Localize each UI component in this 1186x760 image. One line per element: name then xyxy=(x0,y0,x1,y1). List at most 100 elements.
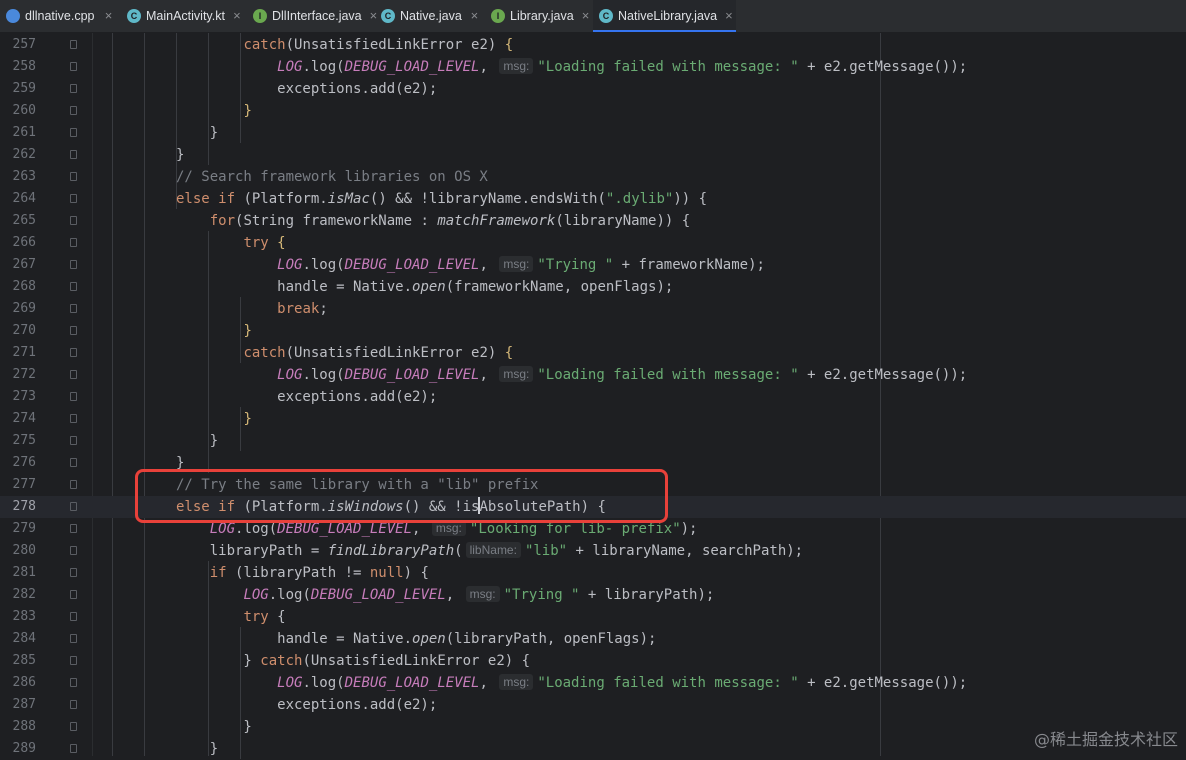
code-line[interactable]: 280 libraryPath = findLibraryPath(libNam… xyxy=(0,540,1186,562)
code-editor[interactable]: 257 catch(UnsatisfiedLinkError e2) {258 … xyxy=(0,33,1186,759)
fold-marker-icon[interactable] xyxy=(70,634,77,643)
code-line[interactable]: 268 handle = Native.open(frameworkName, … xyxy=(0,276,1186,298)
close-icon[interactable]: × xyxy=(725,8,733,23)
fold-marker-icon[interactable] xyxy=(70,678,77,687)
code-line[interactable]: 276} xyxy=(0,452,1186,474)
line-number: 263 xyxy=(12,169,36,184)
fold-marker-icon[interactable] xyxy=(70,348,77,357)
code-line[interactable]: 262} xyxy=(0,144,1186,166)
fold-marker-icon[interactable] xyxy=(70,150,77,159)
fold-marker-icon[interactable] xyxy=(70,128,77,137)
close-icon[interactable]: × xyxy=(233,8,241,23)
code-line[interactable]: 272 LOG.log(DEBUG_LOAD_LEVEL, msg: "Loadi… xyxy=(0,364,1186,386)
fold-marker-icon[interactable] xyxy=(70,194,77,203)
fold-marker-icon[interactable] xyxy=(70,282,77,291)
line-number: 278 xyxy=(12,499,36,514)
line-number: 262 xyxy=(12,147,36,162)
code-line[interactable]: 287 exceptions.add(e2); xyxy=(0,694,1186,716)
fold-marker-icon[interactable] xyxy=(70,414,77,423)
code-line[interactable]: 266 try { xyxy=(0,232,1186,254)
code-line[interactable]: 260 } xyxy=(0,100,1186,122)
fold-marker-icon[interactable] xyxy=(70,436,77,445)
code-line[interactable]: 279 LOG.log(DEBUG_LOAD_LEVEL, msg: "Looki… xyxy=(0,518,1186,540)
fold-marker-icon[interactable] xyxy=(70,568,77,577)
code-line[interactable]: 263 // Search framework libraries on OS X xyxy=(0,166,1186,188)
java-interface-icon: I xyxy=(491,8,505,23)
line-number: 279 xyxy=(12,521,36,536)
code-line[interactable]: 258 LOG.log(DEBUG_LOAD_LEVEL, msg: "Loadi… xyxy=(0,56,1186,78)
fold-marker-icon[interactable] xyxy=(70,106,77,115)
close-icon[interactable]: × xyxy=(103,8,115,23)
fold-marker-icon[interactable] xyxy=(70,656,77,665)
close-icon[interactable]: × xyxy=(582,8,590,23)
code-token: + e2.getMessage()); xyxy=(798,367,968,383)
fold-marker-icon[interactable] xyxy=(70,304,77,313)
fold-marker-icon[interactable] xyxy=(70,238,77,247)
line-number: 281 xyxy=(12,565,36,580)
code-token: ; xyxy=(319,301,328,317)
code-line[interactable]: 257 catch(UnsatisfiedLinkError e2) { xyxy=(0,34,1186,56)
code-line[interactable]: 284 handle = Native.open(libraryPath, op… xyxy=(0,628,1186,650)
code-line[interactable]: 261 } xyxy=(0,122,1186,144)
fold-marker-icon[interactable] xyxy=(70,40,77,49)
code-line[interactable]: 259 exceptions.add(e2); xyxy=(0,78,1186,100)
code-line[interactable]: 288 } xyxy=(0,716,1186,738)
parameter-hint: msg: xyxy=(431,520,466,536)
tab-mainactivity-kt[interactable]: C MainActivity.kt × xyxy=(121,0,247,32)
code-line[interactable]: 285 } catch(UnsatisfiedLinkError e2) { xyxy=(0,650,1186,672)
code-line[interactable]: 271 catch(UnsatisfiedLinkError e2) { xyxy=(0,342,1186,364)
code-line[interactable]: 283 try { xyxy=(0,606,1186,628)
tab-dllnative-cpp[interactable]: dllnative.cpp × xyxy=(0,0,121,32)
code-token: LOG xyxy=(209,521,236,537)
close-icon[interactable]: × xyxy=(470,8,479,23)
code-line[interactable]: 267 LOG.log(DEBUG_LOAD_LEVEL, msg: "Tryin… xyxy=(0,254,1186,276)
fold-marker-icon[interactable] xyxy=(70,84,77,93)
code-line[interactable]: 275 } xyxy=(0,430,1186,452)
code-line[interactable]: 265 for(String frameworkName : matchFram… xyxy=(0,210,1186,232)
code-line[interactable]: 273 exceptions.add(e2); xyxy=(0,386,1186,408)
fold-marker-icon[interactable] xyxy=(70,216,77,225)
code-line[interactable]: 289 } xyxy=(0,738,1186,760)
fold-marker-icon[interactable] xyxy=(70,392,77,401)
code-line[interactable]: 281 if (libraryPath != null) { xyxy=(0,562,1186,584)
fold-marker-icon[interactable] xyxy=(70,546,77,555)
tab-label: DllInterface.java xyxy=(272,8,362,23)
fold-marker-icon[interactable] xyxy=(70,744,77,753)
code-line[interactable]: 286 LOG.log(DEBUG_LOAD_LEVEL, msg: "Loadi… xyxy=(0,672,1186,694)
line-number: 289 xyxy=(12,741,36,756)
fold-marker-icon[interactable] xyxy=(70,260,77,269)
fold-marker-icon[interactable] xyxy=(70,612,77,621)
fold-marker-icon[interactable] xyxy=(70,62,77,71)
code-line[interactable]: 264 else if (Platform.isMac() && !library… xyxy=(0,188,1186,210)
fold-marker-icon[interactable] xyxy=(70,700,77,709)
fold-marker-icon[interactable] xyxy=(70,480,77,489)
code-line[interactable]: 277 // Try the same library with a "lib" … xyxy=(0,474,1186,496)
code-token: (libraryPath, openFlags); xyxy=(445,631,657,647)
code-line[interactable]: 270 } xyxy=(0,320,1186,342)
code-token: isMac xyxy=(327,191,370,207)
tab-library-java[interactable]: I Library.java × xyxy=(485,0,593,32)
fold-marker-icon[interactable] xyxy=(70,590,77,599)
fold-marker-icon[interactable] xyxy=(70,458,77,467)
tab-nativelibrary-java[interactable]: C NativeLibrary.java × xyxy=(593,0,736,32)
code-line[interactable]: 278 else if (Platform.isWindows() && !isA… xyxy=(0,496,1186,518)
fold-marker-icon[interactable] xyxy=(70,502,77,511)
parameter-hint: msg: xyxy=(499,58,534,74)
code-line[interactable]: 282 LOG.log(DEBUG_LOAD_LEVEL, msg: "Tryin… xyxy=(0,584,1186,606)
watermark: @稀土掘金技术社区 xyxy=(1033,730,1178,749)
fold-marker-icon[interactable] xyxy=(70,172,77,181)
code-line[interactable]: 274 } xyxy=(0,408,1186,430)
fold-marker-icon[interactable] xyxy=(70,524,77,533)
fold-marker-icon[interactable] xyxy=(70,722,77,731)
fold-marker-icon[interactable] xyxy=(70,326,77,335)
code-line[interactable]: 269 break; xyxy=(0,298,1186,320)
code-token: { xyxy=(277,235,286,251)
tab-dllinterface-java[interactable]: I DllInterface.java × xyxy=(247,0,377,32)
fold-marker-icon[interactable] xyxy=(70,370,77,379)
parameter-hint: msg: xyxy=(465,586,500,602)
tab-native-java[interactable]: C Native.java × xyxy=(375,0,485,32)
